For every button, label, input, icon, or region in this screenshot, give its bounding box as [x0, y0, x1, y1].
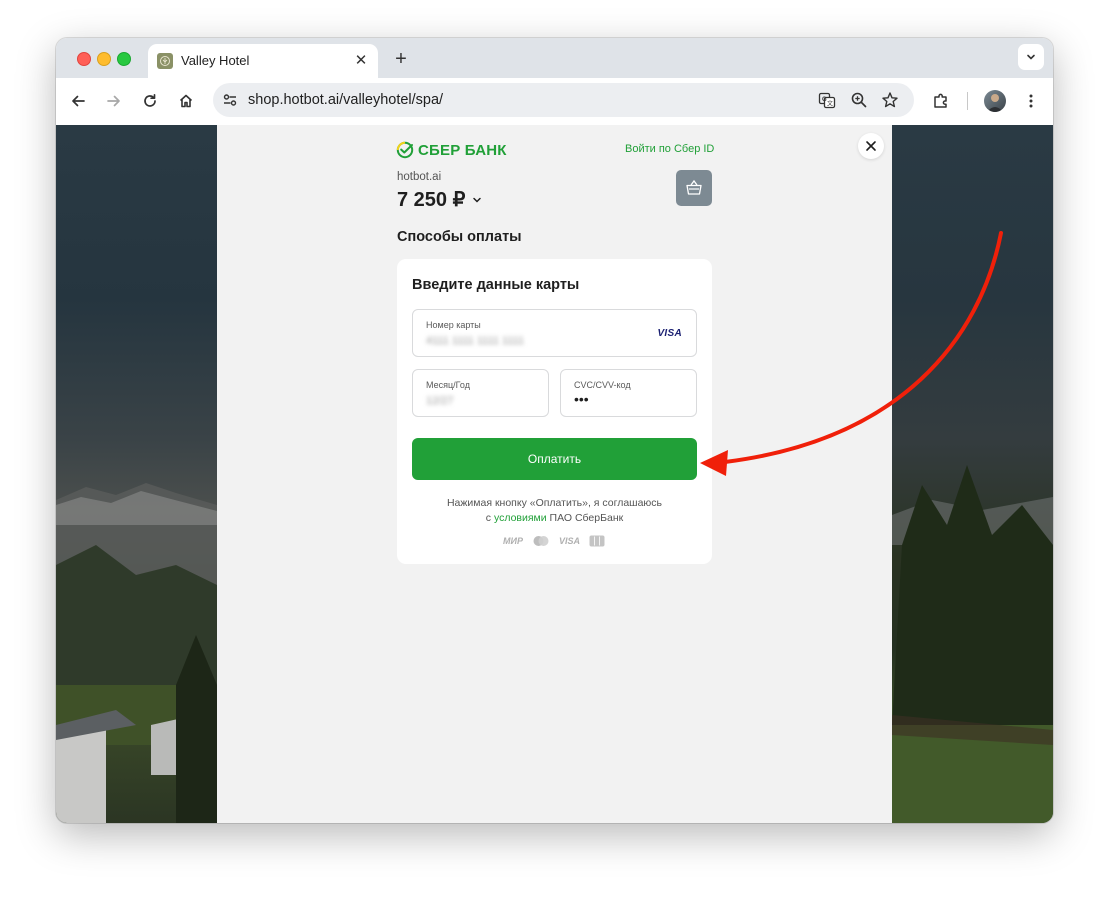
- browser-window: Valley Hotel ✕ + shop.hotbot.ai/valleyho…: [56, 38, 1053, 823]
- tab-search-chevron-icon[interactable]: [1018, 44, 1044, 70]
- expiry-label: Месяц/Год: [426, 380, 470, 390]
- reload-icon[interactable]: [139, 90, 161, 112]
- jcb-logo-icon: [589, 535, 605, 547]
- mir-logo: МИР: [503, 536, 523, 546]
- svg-text:文: 文: [827, 100, 833, 108]
- url-text[interactable]: shop.hotbot.ai/valleyhotel/spa/: [248, 92, 443, 108]
- payment-overlay: СБЕР БАНК Войти по Сбер ID hotbot.ai 7 2…: [217, 125, 892, 823]
- minimize-window-button[interactable]: [97, 52, 111, 66]
- expiry-value: 12/27: [426, 395, 454, 407]
- home-icon[interactable]: [175, 90, 197, 112]
- forward-arrow-icon[interactable]: [103, 90, 125, 112]
- zoom-window-button[interactable]: [117, 52, 131, 66]
- card-number-field[interactable]: Номер карты 4111 1111 1111 1111 VISA: [412, 309, 697, 357]
- card-form: Введите данные карты Номер карты 4111 11…: [397, 259, 712, 564]
- mastercard-logo-icon: [533, 536, 549, 546]
- terms-line-2: с условиями ПАО СберБанк: [397, 511, 712, 526]
- tab-close-icon[interactable]: ✕: [352, 51, 370, 69]
- card-number-label: Номер карты: [426, 320, 481, 330]
- site-settings-icon[interactable]: [222, 92, 238, 108]
- toolbar-divider: [967, 92, 968, 110]
- chevron-down-icon: [473, 197, 482, 203]
- basket-icon: [686, 179, 702, 195]
- sberbank-logo-icon: [396, 141, 414, 159]
- close-window-button[interactable]: [77, 52, 91, 66]
- profile-avatar[interactable]: [984, 90, 1006, 112]
- new-tab-icon[interactable]: +: [390, 48, 412, 70]
- terms-prefix: с: [485, 512, 494, 524]
- amount-toggle[interactable]: 7 250 ₽: [397, 187, 483, 212]
- expiry-field[interactable]: Месяц/Год 12/27: [412, 369, 549, 417]
- close-payment-button[interactable]: [858, 133, 884, 159]
- merchant-name: hotbot.ai: [397, 171, 442, 183]
- background-landscape-left: [56, 125, 217, 823]
- sber-id-login-link[interactable]: Войти по Сбер ID: [625, 143, 714, 155]
- bank-name: СБЕР БАНК: [418, 141, 507, 159]
- pay-button[interactable]: Оплатить: [412, 438, 697, 480]
- sberbank-logo: СБЕР БАНК: [396, 141, 507, 159]
- close-icon: [866, 141, 876, 151]
- extensions-puzzle-icon[interactable]: [930, 90, 952, 112]
- terms-suffix: ПАО СберБанк: [546, 512, 624, 524]
- address-bar[interactable]: shop.hotbot.ai/valleyhotel/spa/ G文: [213, 83, 914, 117]
- tab-valley-hotel[interactable]: Valley Hotel ✕: [148, 44, 378, 78]
- cvc-field[interactable]: CVC/CVV-код •••: [560, 369, 697, 417]
- terms-line-1: Нажимая кнопку «Оплатить», я соглашаюсь: [446, 497, 663, 509]
- terms-link[interactable]: условиями: [494, 512, 547, 524]
- more-menu-icon[interactable]: [1020, 90, 1042, 112]
- browser-toolbar: shop.hotbot.ai/valleyhotel/spa/ G文: [56, 78, 1053, 126]
- background-landscape-right: [892, 125, 1053, 823]
- back-arrow-icon[interactable]: [67, 90, 89, 112]
- payment-amount: 7 250 ₽: [397, 189, 466, 211]
- card-number-value: 4111 1111 1111 1111: [426, 335, 525, 347]
- card-form-title: Введите данные карты: [412, 277, 580, 293]
- title-bar: Valley Hotel ✕ +: [56, 38, 1053, 78]
- cvc-label: CVC/CVV-код: [574, 380, 631, 390]
- page-viewport: СБЕР БАНК Войти по Сбер ID hotbot.ai 7 2…: [56, 125, 1053, 823]
- tab-title: Valley Hotel: [181, 53, 250, 68]
- basket-button[interactable]: [676, 170, 712, 206]
- payment-methods-title: Способы оплаты: [397, 229, 522, 245]
- terms-text: Нажимая кнопку «Оплатить», я соглашаюсь …: [397, 496, 712, 526]
- favicon-icon: [157, 53, 173, 69]
- translate-icon[interactable]: G文: [818, 91, 836, 109]
- cvc-value: •••: [574, 391, 589, 407]
- payment-system-logos: МИР VISA: [503, 535, 605, 547]
- visa-logo: VISA: [558, 536, 580, 546]
- zoom-magnifier-icon[interactable]: [850, 91, 868, 109]
- bookmark-star-icon[interactable]: [881, 91, 899, 109]
- visa-brand-icon: VISA: [657, 328, 682, 339]
